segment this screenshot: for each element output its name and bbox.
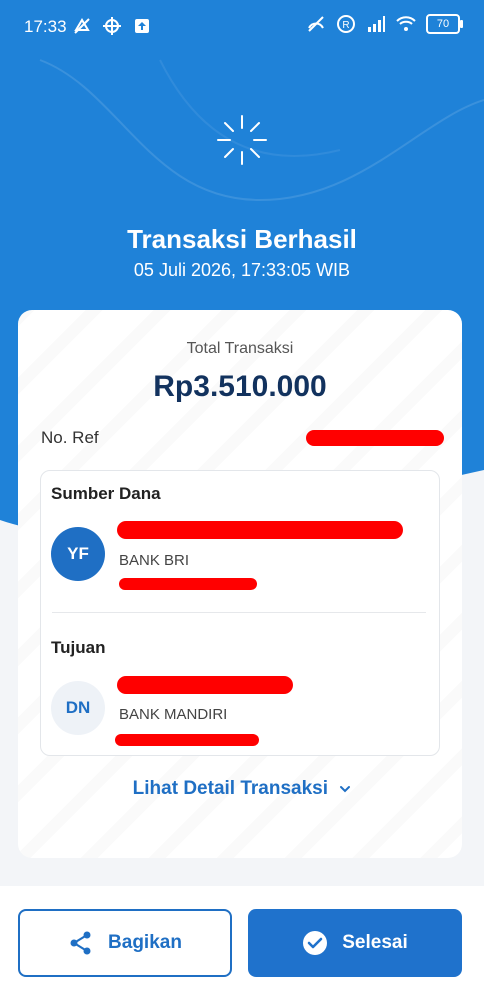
total-label: Total Transaksi bbox=[186, 340, 294, 357]
wifi-icon bbox=[396, 16, 416, 31]
ref-number-redaction bbox=[306, 430, 444, 446]
svg-text:R: R bbox=[342, 20, 349, 31]
destination-title: Tujuan bbox=[51, 638, 106, 657]
total-amount: Rp3.510.000 bbox=[153, 370, 327, 403]
share-icon bbox=[70, 931, 91, 955]
source-title: Sumber Dana bbox=[51, 484, 161, 503]
ref-label: No. Ref bbox=[41, 428, 99, 447]
signal-icon bbox=[368, 16, 385, 32]
destination-name-redaction bbox=[117, 676, 293, 694]
mute-icon bbox=[74, 18, 90, 34]
source-avatar: YF bbox=[51, 527, 105, 581]
detail-link-label: Lihat Detail Transaksi bbox=[132, 778, 329, 799]
destination-bank: BANK MANDIRI bbox=[119, 706, 228, 723]
transaction-datetime: 05 Juli 2026, 17:33:05 WIB bbox=[133, 260, 351, 280]
source-name-redaction bbox=[117, 521, 403, 539]
done-button[interactable]: Selesai bbox=[248, 909, 462, 977]
done-button-label: Selesai bbox=[342, 932, 408, 953]
location-icon bbox=[103, 17, 121, 35]
success-sparkle-icon bbox=[217, 115, 267, 165]
page-title: Transaksi Berhasil bbox=[127, 224, 357, 254]
source-account-redaction bbox=[119, 578, 257, 590]
upload-icon bbox=[135, 19, 149, 33]
share-button-label: Bagikan bbox=[108, 932, 182, 953]
roaming-icon: R bbox=[337, 15, 355, 33]
chevron-down-icon bbox=[340, 785, 351, 793]
status-time: 17:33 bbox=[24, 17, 67, 36]
battery-icon: 70 bbox=[426, 14, 463, 34]
view-transaction-detail-link[interactable]: Lihat Detail Transaksi bbox=[0, 778, 484, 800]
source-bank: BANK BRI bbox=[119, 552, 190, 569]
share-button[interactable]: Bagikan bbox=[18, 909, 232, 977]
no-data-icon bbox=[308, 16, 324, 32]
status-bar: 17:33 R 70 bbox=[0, 0, 484, 56]
destination-account-redaction bbox=[115, 734, 259, 746]
check-circle-icon bbox=[303, 931, 328, 955]
section-divider bbox=[52, 612, 426, 613]
destination-avatar: DN bbox=[51, 681, 105, 735]
